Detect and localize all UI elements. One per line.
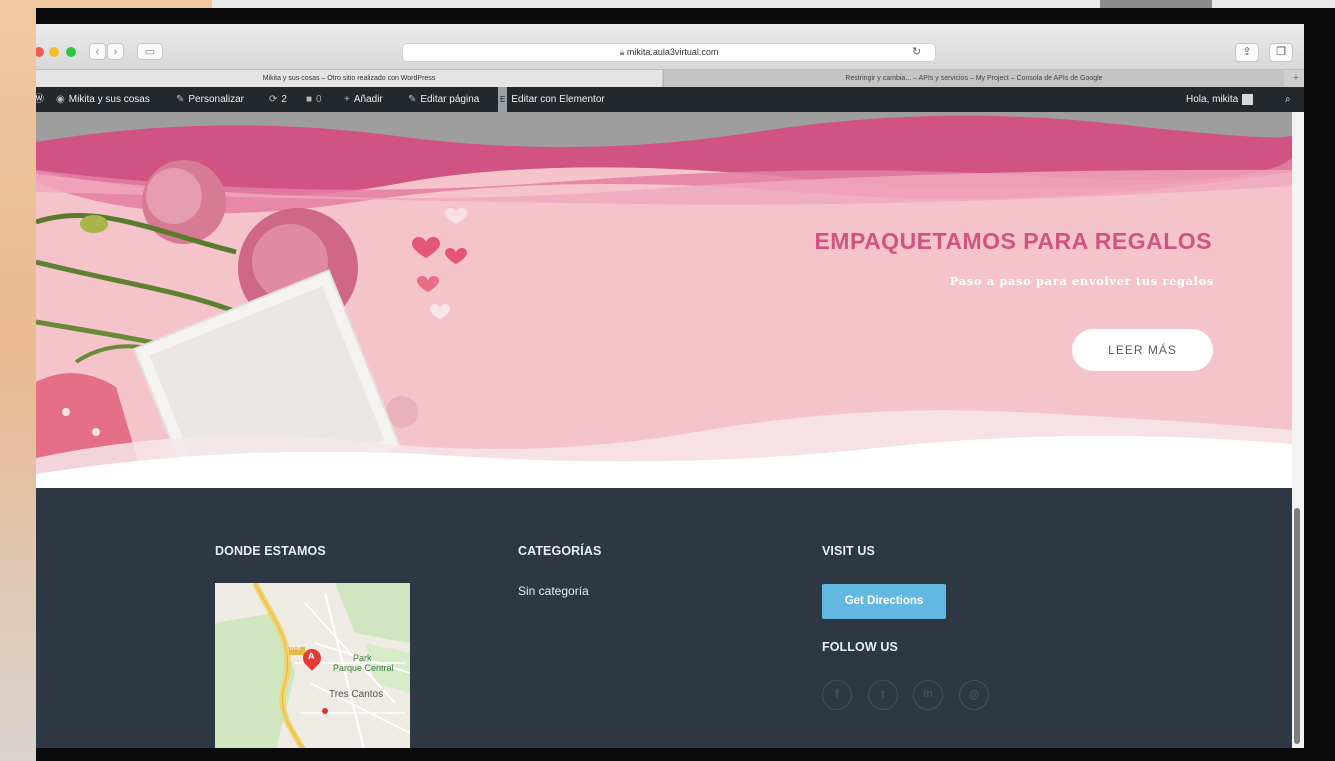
desktop-background bbox=[0, 0, 36, 761]
wordpress-logo-icon[interactable]: Ⓦ bbox=[36, 87, 44, 112]
map-town-label: Tres Cantos bbox=[329, 689, 384, 700]
plus-icon: + bbox=[344, 94, 350, 105]
admin-customize[interactable]: ✎ Personalizar bbox=[176, 87, 244, 112]
pencil-icon: ✎ bbox=[408, 94, 417, 105]
map-park-label: Park bbox=[353, 653, 372, 663]
twitter-icon[interactable]: t bbox=[868, 680, 898, 710]
admin-updates[interactable]: ⟳ 2 bbox=[269, 87, 287, 112]
page-content: EMPAQUETAMOS PARA REGALOS Paso a paso pa… bbox=[36, 112, 1292, 748]
address-bar[interactable]: 🔒︎ mikita.aula3virtual.com bbox=[402, 43, 936, 62]
zoom-window-button[interactable] bbox=[66, 47, 76, 57]
hero-slider: EMPAQUETAMOS PARA REGALOS Paso a paso pa… bbox=[36, 112, 1292, 488]
map-park-name: Parque Central bbox=[333, 663, 394, 673]
admin-add-new[interactable]: + Añadir bbox=[344, 87, 383, 112]
tab-google-apis[interactable]: Restringir y cambia... – APIs y servicio… bbox=[663, 70, 1284, 87]
sidebar-toggle-button[interactable]: ▭ bbox=[137, 43, 163, 60]
facebook-icon[interactable]: f bbox=[822, 680, 852, 710]
minimize-window-button[interactable] bbox=[49, 47, 59, 57]
hero-subtitle: Paso a paso para envolver tus regalos bbox=[949, 274, 1214, 288]
url-text: mikita.aula3virtual.com bbox=[626, 47, 719, 57]
tabs-icon: ❐ bbox=[1276, 46, 1286, 58]
browser-titlebar: ‹ › ▭ 🔒︎ mikita.aula3virtual.com ↻ ⇪ ❐ bbox=[36, 24, 1304, 69]
browser-window: ‹ › ▭ 🔒︎ mikita.aula3virtual.com ↻ ⇪ ❐ M… bbox=[36, 24, 1304, 748]
footer-heading-location: DONDE ESTAMOS bbox=[215, 544, 326, 558]
hero-title: EMPAQUETAMOS PARA REGALOS bbox=[814, 228, 1212, 254]
tab-mikita[interactable]: Mikita y sus cosas – Otro sitio realizad… bbox=[36, 70, 662, 87]
instagram-icon[interactable]: ◎ bbox=[959, 680, 989, 710]
search-icon[interactable]: ⌕ bbox=[1285, 87, 1291, 112]
footer-heading-visit: VISIT US bbox=[822, 544, 875, 558]
hero-background-image bbox=[36, 112, 1292, 488]
share-button[interactable]: ⇪ bbox=[1235, 43, 1259, 62]
get-directions-button[interactable]: Get Directions bbox=[822, 584, 946, 619]
show-tabs-button[interactable]: ❐ bbox=[1269, 43, 1293, 62]
reload-icon[interactable]: ↻ bbox=[912, 43, 921, 61]
site-footer: DONDE ESTAMOS CATEGORÍAS VISIT US M-6 A … bbox=[36, 488, 1292, 748]
admin-site-name[interactable]: ◉ Mikita y sus cosas bbox=[56, 87, 150, 112]
dashboard-icon: ◉ bbox=[56, 94, 65, 105]
lock-icon: 🔒︎ bbox=[619, 47, 627, 57]
back-button[interactable]: ‹ bbox=[89, 43, 106, 60]
read-more-button[interactable]: LEER MÁS bbox=[1072, 329, 1213, 371]
updates-icon: ⟳ bbox=[269, 94, 278, 105]
map-pin-label: A bbox=[308, 651, 315, 661]
admin-edit-elementor[interactable]: E Editar con Elementor bbox=[498, 87, 605, 112]
avatar bbox=[1242, 93, 1254, 105]
footer-heading-follow: FOLLOW US bbox=[822, 640, 898, 654]
wordpress-admin-bar: Ⓦ ◉ Mikita y sus cosas ✎ Personalizar ⟳ 2 ■… bbox=[36, 87, 1304, 112]
close-window-button[interactable] bbox=[36, 47, 44, 57]
sidebar-icon: ▭ bbox=[144, 46, 156, 58]
chevron-left-icon: ‹ bbox=[95, 46, 100, 58]
location-map[interactable]: M-6 A Park Parque Central Tres Cantos bbox=[215, 583, 410, 748]
road-label: M-6 bbox=[290, 646, 301, 652]
desktop-top-strip bbox=[0, 0, 1335, 8]
page-scrollbar-thumb[interactable] bbox=[1294, 508, 1300, 744]
chevron-right-icon: › bbox=[113, 46, 118, 58]
footer-heading-categories: CATEGORÍAS bbox=[518, 544, 602, 558]
forward-button[interactable]: › bbox=[107, 43, 124, 60]
admin-edit-page[interactable]: ✎ Editar página bbox=[408, 87, 479, 112]
linkedin-icon[interactable]: in bbox=[913, 680, 943, 710]
admin-comments[interactable]: ■ 0 bbox=[306, 87, 322, 112]
comment-icon: ■ bbox=[306, 94, 313, 105]
share-icon: ⇪ bbox=[1242, 46, 1252, 58]
category-link[interactable]: Sin categoría bbox=[518, 584, 589, 598]
brush-icon: ✎ bbox=[176, 94, 185, 105]
elementor-icon: E bbox=[498, 87, 508, 112]
admin-account[interactable]: Hola, mikita bbox=[1186, 87, 1254, 112]
tab-bar: Mikita y sus cosas – Otro sitio realizad… bbox=[36, 69, 1304, 87]
new-tab-button[interactable]: + bbox=[1288, 70, 1304, 87]
